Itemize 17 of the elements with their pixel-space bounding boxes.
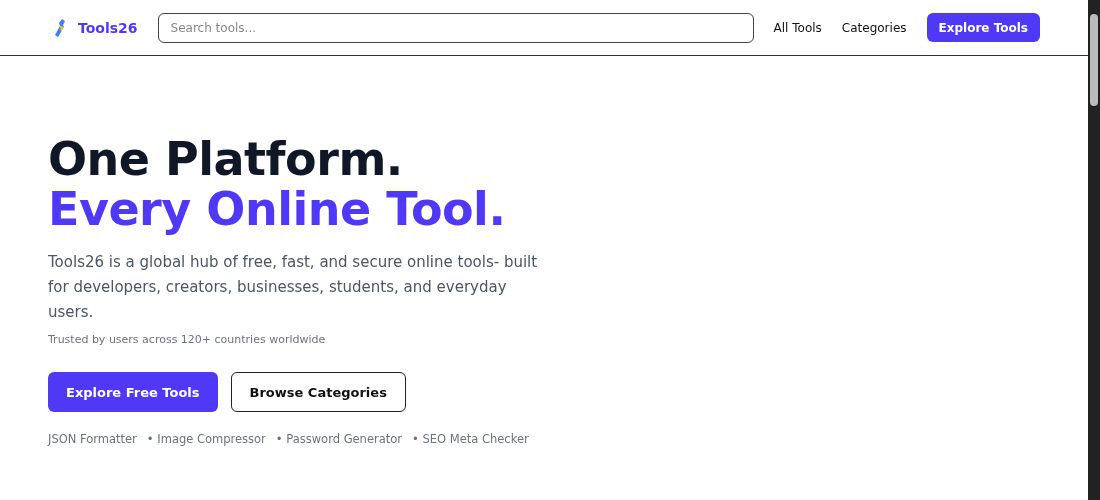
- hero-subtitle: Every Online Tool.: [48, 184, 507, 234]
- search-field[interactable]: Search tools...: [157, 12, 754, 43]
- popular-tool: JSON Formatter: [48, 432, 137, 446]
- brand-name[interactable]: Tools26: [78, 19, 138, 36]
- nav-link[interactable]: Categories: [841, 20, 907, 35]
- browse-categories-button[interactable]: Browse Categories: [230, 372, 406, 412]
- popular-tool: • SEO Meta Checker: [412, 432, 529, 446]
- explore-free-tools-button[interactable]: Explore Free Tools: [48, 372, 218, 412]
- explore-tools-button[interactable]: Explore Tools: [926, 13, 1040, 42]
- scrollbar-thumb[interactable]: [1090, 14, 1098, 106]
- popular-tool: • Image Compressor: [146, 432, 266, 446]
- hero-description: Tools26 is a global hub of free, fast, and secure online tools- built for developers, creators, businesses, students, and everyday users.: [48, 252, 539, 323]
- hero-title: One Platform.: [48, 134, 404, 184]
- scrollbar[interactable]: [1088, 0, 1100, 500]
- nav-link[interactable]: All Tools: [773, 20, 822, 35]
- popular-tool: • Password Generator: [275, 432, 403, 446]
- trust-note: Trusted by users across 120+ countries worldwide: [48, 333, 327, 346]
